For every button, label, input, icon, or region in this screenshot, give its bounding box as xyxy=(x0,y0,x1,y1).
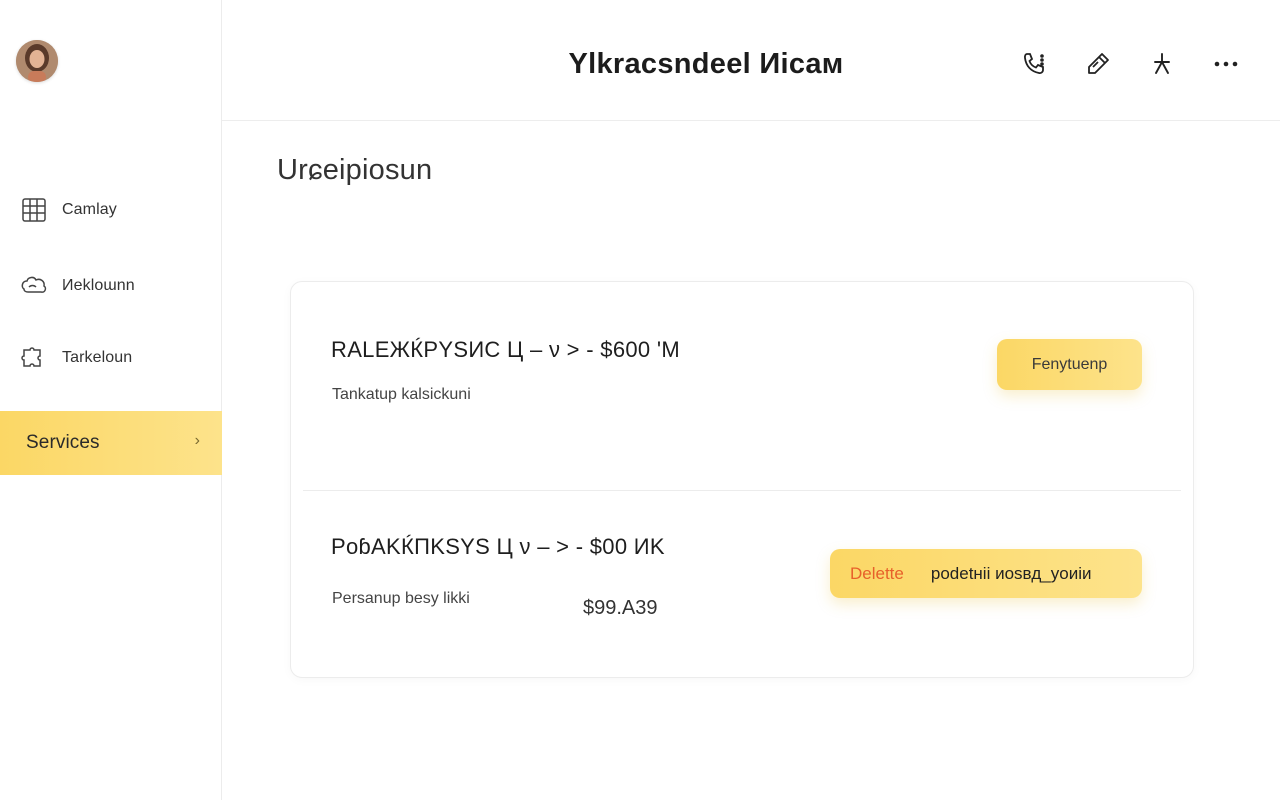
sidebar-item-tarkeloun[interactable]: Tarkeloun xyxy=(0,326,222,390)
service-title: RALEЖЌPYSИC Ц – ν > - $600 'M xyxy=(331,337,680,362)
delete-button[interactable]: Delette xyxy=(850,564,904,584)
service-row: PoɓAKЌПKSYS Ц ν – > - $00 ИK Persanup be… xyxy=(291,490,1193,679)
secondary-action-button[interactable]: podetнii иosвд_yoиiи xyxy=(931,564,1092,584)
phone-icon xyxy=(1024,53,1044,74)
avatar[interactable] xyxy=(16,40,58,82)
sidebar-item-label: Camlay xyxy=(62,201,117,218)
app-root: Camlay Иekloɯnn Tarkeloun Services › Ylk… xyxy=(0,0,1280,800)
service-title: PoɓAKЌПKSYS Ц ν – > - $00 ИK xyxy=(331,534,665,559)
sidebar-item-label: Services xyxy=(26,432,100,453)
page-title: Urɕeipiosun xyxy=(277,154,433,186)
tools-icon xyxy=(1154,53,1170,74)
service-row: RALEЖЌPYSИC Ц – ν > - $600 'M Tankatup k… xyxy=(291,282,1193,490)
service-subtitle: Tankatup kalsickuni xyxy=(332,386,471,403)
sidebar-item-ieklounn[interactable]: Иekloɯnn xyxy=(0,254,222,318)
cloud-hand-icon xyxy=(20,272,48,300)
puzzle-icon xyxy=(20,344,48,372)
sidebar-item-label: Tarkeloun xyxy=(62,349,133,366)
top-header: Ylkracsndeel Иicaм xyxy=(222,0,1280,121)
app-title: Ylkracsndeel Иicaм xyxy=(568,48,844,80)
services-card: RALEЖЌPYSИC Ц – ν > - $600 'M Tankatup k… xyxy=(290,281,1194,678)
more-button[interactable] xyxy=(1210,48,1242,80)
pencil-icon xyxy=(1088,53,1109,74)
more-icon xyxy=(1214,61,1238,67)
chevron-right-icon: › xyxy=(194,432,200,449)
sidebar-item-services[interactable]: Services › xyxy=(0,411,222,475)
service-action-group: Delette podetнii иosвд_yoиiи xyxy=(830,549,1142,598)
edit-button[interactable] xyxy=(1082,48,1114,80)
sidebar: Camlay Иekloɯnn Tarkeloun Services › xyxy=(0,0,222,800)
tools-button[interactable] xyxy=(1146,48,1178,80)
feature-button[interactable]: Fenytuenp xyxy=(997,339,1142,390)
grid-calendar-icon xyxy=(20,196,48,224)
header-actions xyxy=(1018,48,1242,80)
sidebar-item-label: Иekloɯnn xyxy=(62,277,135,294)
sidebar-item-camlay[interactable]: Camlay xyxy=(0,178,222,242)
phone-button[interactable] xyxy=(1018,48,1050,80)
service-price: $99.A39 xyxy=(583,597,658,619)
user-avatar xyxy=(16,40,58,82)
service-subtitle: Persanup besy likki xyxy=(332,590,470,607)
